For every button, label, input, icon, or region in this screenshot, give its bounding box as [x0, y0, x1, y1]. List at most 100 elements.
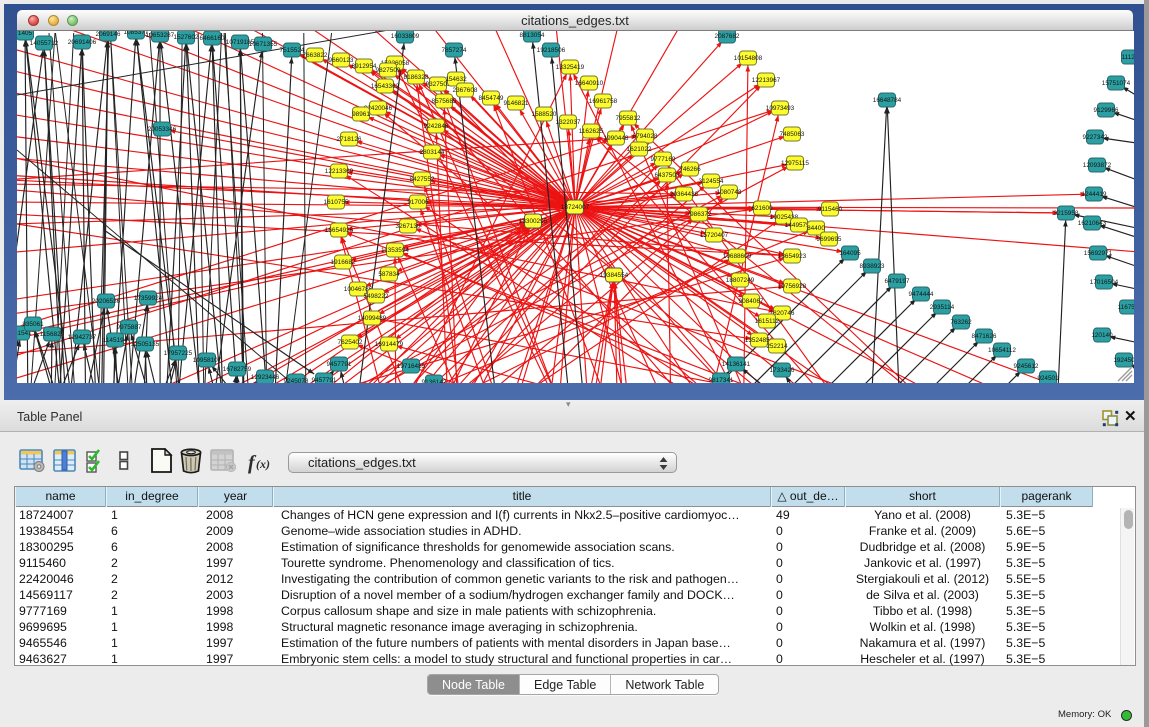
svg-text:16914479: 16914479	[375, 341, 404, 348]
svg-text:6466160: 6466160	[200, 35, 225, 42]
svg-text:120140: 120140	[1091, 332, 1113, 339]
svg-text:9975887: 9975887	[117, 324, 142, 331]
svg-text:18300295: 18300295	[519, 218, 548, 225]
svg-text:835061: 835061	[22, 321, 44, 328]
svg-text:252214: 252214	[766, 343, 788, 350]
svg-text:9245078: 9245078	[284, 378, 309, 383]
svg-text:14136141: 14136141	[722, 361, 751, 368]
svg-text:1156829: 1156829	[40, 331, 65, 338]
svg-text:14055712: 14055712	[30, 40, 59, 47]
svg-text:763262: 763262	[950, 319, 972, 326]
svg-text:9084067: 9084067	[739, 298, 764, 305]
svg-text:3215958: 3215958	[1054, 210, 1079, 217]
svg-text:12213967: 12213967	[752, 77, 781, 84]
svg-text:1916682: 1916682	[331, 259, 356, 266]
svg-text:19716485: 19716485	[397, 363, 426, 370]
svg-text:7986372: 7986372	[687, 211, 712, 218]
svg-text:12942737: 12942737	[68, 334, 97, 341]
svg-text:154632: 154632	[445, 76, 467, 83]
svg-text:9129966: 9129966	[1094, 107, 1119, 114]
svg-text:8575685: 8575685	[432, 98, 457, 105]
svg-text:20053346: 20053346	[148, 126, 177, 133]
svg-text:11124: 11124	[1122, 54, 1134, 61]
svg-text:8912954: 8912954	[352, 63, 377, 70]
svg-text:9777169: 9777169	[651, 156, 676, 163]
svg-text:19384554: 19384554	[600, 272, 629, 279]
svg-text:587834: 587834	[378, 271, 400, 278]
svg-text:3267130: 3267130	[396, 223, 421, 230]
svg-text:9474444: 9474444	[909, 291, 934, 298]
svg-text:7515524: 7515524	[280, 47, 305, 54]
svg-text:7857274: 7857274	[442, 47, 467, 54]
svg-text:1080748: 1080748	[717, 189, 742, 196]
svg-text:18724007: 18724007	[561, 204, 590, 211]
svg-text:10653287: 10653287	[146, 32, 175, 39]
svg-text:1990448: 1990448	[604, 135, 629, 142]
svg-text:2087682: 2087682	[715, 33, 740, 40]
svg-text:10973493: 10973493	[766, 105, 795, 112]
svg-text:924501: 924501	[1037, 375, 1059, 382]
svg-text:1405: 1405	[18, 31, 33, 37]
svg-text:164095: 164095	[839, 250, 861, 257]
svg-text:1615112: 1615112	[755, 318, 780, 325]
svg-text:9699695: 9699695	[817, 236, 842, 243]
svg-text:16961758: 16961758	[589, 98, 618, 105]
svg-text:20364436: 20364436	[670, 191, 699, 198]
svg-text:2069146: 2069146	[96, 31, 121, 38]
svg-text:12505135: 12505135	[131, 341, 160, 348]
svg-text:16782759: 16782759	[223, 366, 252, 373]
svg-text:9457791: 9457791	[327, 361, 352, 368]
svg-text:14099489: 14099489	[358, 315, 387, 322]
svg-text:7955812: 7955812	[616, 115, 641, 122]
svg-text:16654936: 16654936	[325, 227, 354, 234]
svg-text:2367608: 2367608	[453, 87, 478, 94]
svg-text:1322037: 1322037	[556, 119, 581, 126]
svg-text:15720407: 15720407	[700, 232, 729, 239]
svg-text:1162625: 1162625	[579, 128, 604, 135]
svg-text:746266: 746266	[679, 166, 701, 173]
svg-text:9817341: 9817341	[709, 377, 734, 383]
svg-text:17957225: 17957225	[164, 350, 193, 357]
svg-text:9227342: 9227342	[1083, 134, 1108, 141]
svg-text:20206536: 20206536	[92, 298, 121, 305]
svg-text:6794028: 6794028	[633, 133, 658, 140]
svg-text:1610755: 1610755	[324, 199, 349, 206]
svg-text:192450: 192450	[1113, 357, 1134, 364]
svg-text:11353594: 11353594	[381, 247, 409, 254]
svg-text:9146821: 9146821	[504, 100, 529, 107]
svg-text:7485063: 7485063	[780, 131, 805, 138]
svg-text:9242848: 9242848	[424, 123, 449, 130]
svg-text:12093872: 12093872	[1083, 162, 1112, 169]
svg-text:19756928: 19756928	[778, 283, 807, 290]
svg-text:1733426: 1733426	[770, 367, 795, 374]
svg-text:10154808: 10154808	[734, 55, 763, 62]
svg-text:1527602: 1527602	[174, 34, 199, 41]
svg-text:84400: 84400	[807, 225, 825, 232]
svg-text:9115460: 9115460	[818, 206, 843, 213]
svg-text:1621022: 1621022	[627, 146, 652, 153]
svg-text:12923446: 12923446	[251, 374, 280, 381]
svg-text:8454749: 8454749	[479, 95, 504, 102]
svg-text:10654112: 10654112	[988, 347, 1016, 354]
svg-text:1145194: 1145194	[103, 337, 128, 344]
svg-text:621600: 621600	[751, 205, 773, 212]
svg-text:16210643: 16210643	[1078, 220, 1107, 227]
svg-text:10688609: 10688609	[723, 253, 752, 260]
svg-text:8471626: 8471626	[972, 333, 997, 340]
svg-text:20691406: 20691406	[68, 39, 97, 46]
svg-text:16543362: 16543362	[371, 83, 400, 90]
svg-text:18807249: 18807249	[726, 277, 755, 284]
svg-text:8186328: 8186328	[404, 74, 429, 81]
svg-text:2718126: 2718126	[337, 136, 362, 143]
svg-text:9136142: 9136142	[422, 379, 447, 383]
svg-text:16640910: 16640910	[575, 80, 604, 87]
svg-text:2803144: 2803144	[420, 149, 445, 156]
svg-text:7625402: 7625402	[338, 339, 363, 346]
svg-text:9245612: 9245612	[1014, 363, 1039, 370]
svg-text:9827509: 9827509	[376, 67, 401, 74]
svg-text:3124554: 3124554	[699, 178, 724, 185]
svg-text:8813054: 8813054	[520, 32, 545, 39]
svg-text:7663822: 7663822	[303, 52, 328, 59]
svg-text:12213369: 12213369	[325, 168, 354, 175]
svg-text:10958107: 10958107	[193, 357, 222, 364]
